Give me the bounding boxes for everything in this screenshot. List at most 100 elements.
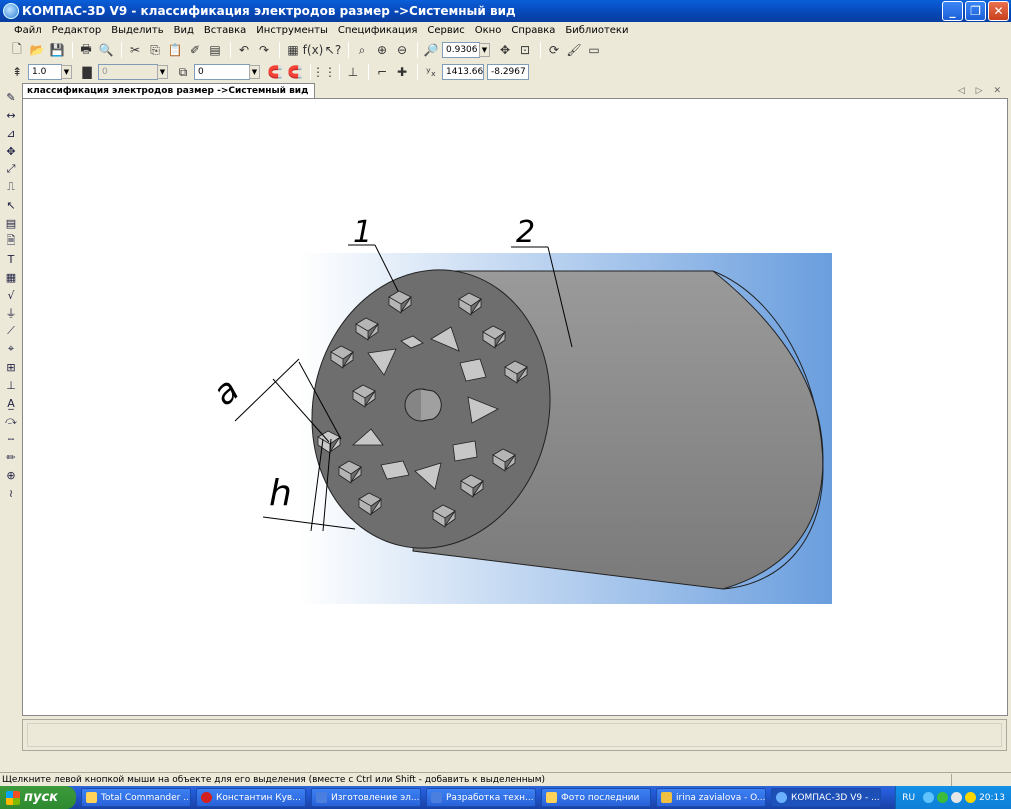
show-all-icon[interactable]: ⊡	[516, 41, 534, 59]
tolerance-tool-icon[interactable]: ⌖	[4, 342, 18, 356]
menu-tools[interactable]: Инструменты	[256, 25, 328, 36]
drawing-canvas[interactable]: 1 2 a h	[22, 98, 1008, 716]
print-icon[interactable]: 🖶	[77, 41, 95, 59]
help-pointer-icon[interactable]: ↖?	[324, 41, 342, 59]
pencil-tool-icon[interactable]: ✏	[4, 450, 18, 464]
measure-tool-icon[interactable]: ⎍	[4, 180, 18, 194]
properties-icon[interactable]: ✐	[186, 41, 204, 59]
menu-specification[interactable]: Спецификация	[338, 25, 418, 36]
cut-line-tool-icon[interactable]: A̲	[4, 396, 18, 410]
folder-icon	[546, 792, 557, 803]
start-button[interactable]: пуск	[0, 786, 76, 809]
step-dropdown-icon[interactable]: ▼	[61, 65, 72, 79]
reports-tool-icon[interactable]: 🗎	[4, 234, 18, 248]
task-kompas[interactable]: КОМПАС-3D V9 - ...	[771, 788, 881, 807]
grid-step-icon[interactable]: ⇞	[8, 63, 26, 81]
grid-icon[interactable]: ⋮⋮	[312, 63, 336, 81]
menu-libraries[interactable]: Библиотеки	[565, 25, 628, 36]
coord-y-field[interactable]: -8.2967	[487, 64, 529, 80]
cursor-snap-icon[interactable]: ✚	[393, 63, 411, 81]
pan-icon[interactable]: ✥	[496, 41, 514, 59]
network-icon[interactable]	[923, 792, 935, 803]
hatch-tool-icon[interactable]: ╌	[4, 432, 18, 446]
base-tool-icon[interactable]: ⏚	[4, 306, 18, 320]
language-indicator[interactable]: RU	[902, 793, 915, 803]
step-field[interactable]: 1.0	[28, 64, 62, 80]
axis-tool-icon[interactable]: ⊥	[4, 378, 18, 392]
messenger-icon[interactable]	[951, 792, 963, 803]
menu-edit[interactable]: Редактор	[52, 25, 102, 36]
manager-icon[interactable]: ▤	[206, 41, 224, 59]
local-cs-icon[interactable]: ⊥	[344, 63, 362, 81]
close-button[interactable]: ✕	[988, 1, 1009, 21]
roughness-tool-icon[interactable]: √	[4, 288, 18, 302]
style-field[interactable]: 0	[194, 64, 250, 80]
function-icon[interactable]: f(x)	[303, 41, 324, 59]
spec-tool-icon[interactable]: ▤	[4, 216, 18, 230]
coord-x-field[interactable]: 1413.66	[442, 64, 484, 80]
leader-tool-icon[interactable]: ⟋	[4, 324, 18, 338]
display-mode-icon[interactable]: ▭	[585, 41, 603, 59]
task-word-1[interactable]: Изготовление эл...	[311, 788, 421, 807]
menu-select[interactable]: Выделить	[111, 25, 163, 36]
task-folder[interactable]: Фото последнии	[541, 788, 651, 807]
menu-file[interactable]: Файл	[14, 25, 42, 36]
variables-icon[interactable]: ▦	[284, 41, 302, 59]
layer-icon[interactable]: ▇	[78, 63, 96, 81]
menu-insert[interactable]: Вставка	[204, 25, 246, 36]
zoom-in-icon[interactable]: ⊕	[373, 41, 391, 59]
menu-window[interactable]: Окно	[475, 25, 502, 36]
style-icon[interactable]: ⧉	[174, 63, 192, 81]
minimize-button[interactable]: _	[942, 1, 963, 21]
print-preview-icon[interactable]: 🔍	[97, 41, 115, 59]
task-total-commander[interactable]: Total Commander ...	[81, 788, 191, 807]
dimensions-tool-icon[interactable]: ↔	[4, 108, 18, 122]
task-word-2[interactable]: Разработка техн...	[426, 788, 536, 807]
toolbar-separator	[368, 64, 369, 80]
parametrization-tool-icon[interactable]: ⤢	[4, 162, 18, 176]
zoom-out-icon[interactable]: ⊖	[393, 41, 411, 59]
antivirus-icon[interactable]	[937, 792, 949, 803]
center-mark-tool-icon[interactable]: ⊕	[4, 468, 18, 482]
zoom-window-icon[interactable]: ⌕	[353, 41, 371, 59]
edit-tool-icon[interactable]: ✥	[4, 144, 18, 158]
task-opera[interactable]: Константин Кув...	[196, 788, 306, 807]
layer-dropdown-icon[interactable]: ▼	[157, 65, 168, 79]
property-panel	[22, 719, 1007, 751]
cut-icon[interactable]: ✂	[126, 41, 144, 59]
redo-icon[interactable]: ↷	[255, 41, 273, 59]
kompas-app-icon	[3, 3, 19, 19]
copy-icon[interactable]: ⎘	[146, 41, 164, 59]
zoom-dropdown-icon[interactable]: ▼	[479, 43, 490, 57]
snap-icon[interactable]: 🧲	[266, 63, 284, 81]
geometry-tool-icon[interactable]: ✎	[4, 90, 18, 104]
refresh-icon[interactable]: ⟳	[545, 41, 563, 59]
star-icon[interactable]	[965, 792, 977, 803]
view-arrow-tool-icon[interactable]: ⤼	[4, 414, 18, 428]
menu-service[interactable]: Сервис	[427, 25, 464, 36]
select-tool-icon[interactable]: ↖	[4, 198, 18, 212]
position-tool-icon[interactable]: ⊞	[4, 360, 18, 374]
save-icon[interactable]: 💾	[48, 41, 66, 59]
wave-line-tool-icon[interactable]: ≀	[4, 486, 18, 500]
menu-help[interactable]: Справка	[511, 25, 555, 36]
brush-icon[interactable]: 🖌	[565, 41, 583, 59]
document-tab[interactable]: классификация электродов размер ->Систем…	[22, 83, 316, 98]
text-tool-icon[interactable]: T	[4, 252, 18, 266]
menu-view[interactable]: Вид	[174, 25, 194, 36]
ortho-icon[interactable]: ⌐	[373, 63, 391, 81]
task-mail[interactable]: irina zavialova - O...	[656, 788, 766, 807]
tab-navigation[interactable]: ◁ ▷ ✕	[958, 86, 1005, 96]
undo-icon[interactable]: ↶	[235, 41, 253, 59]
symbols-tool-icon[interactable]: ⊿	[4, 126, 18, 140]
snap-settings-icon[interactable]: 🧲	[286, 63, 304, 81]
zoom-scale-icon[interactable]: 🔎	[422, 41, 440, 59]
table-tool-icon[interactable]: ▦	[4, 270, 18, 284]
new-document-icon[interactable]: 🗋	[8, 41, 26, 59]
paste-icon[interactable]: 📋	[166, 41, 184, 59]
style-dropdown-icon[interactable]: ▼	[249, 65, 260, 79]
layer-field[interactable]: 0	[98, 64, 158, 80]
open-folder-icon[interactable]: 📂	[28, 41, 46, 59]
zoom-field[interactable]: 0.9306	[442, 42, 480, 58]
maximize-button[interactable]: ❐	[965, 1, 986, 21]
